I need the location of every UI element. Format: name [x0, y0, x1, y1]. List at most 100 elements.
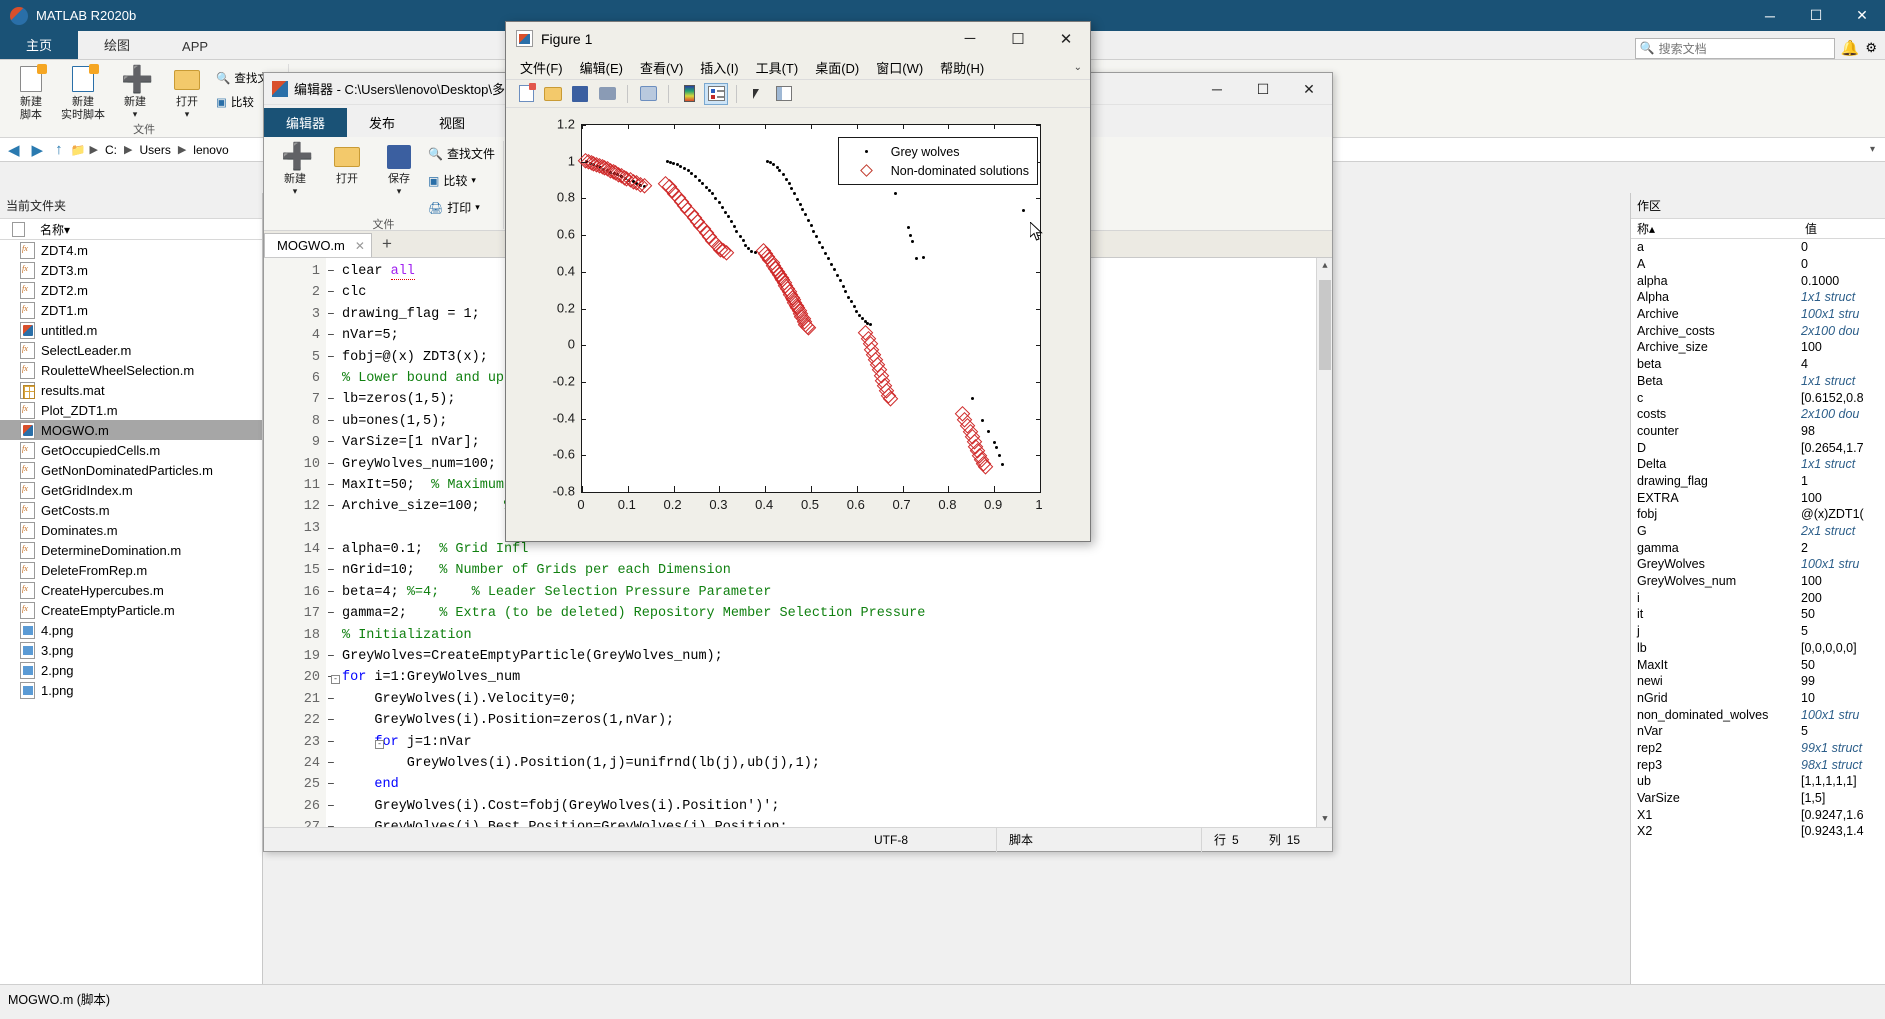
- minimize-button[interactable]: ─: [1747, 0, 1793, 31]
- maximize-button[interactable]: ☐: [1793, 0, 1839, 31]
- scroll-down-icon[interactable]: ▼: [1317, 811, 1332, 827]
- open-figure-icon[interactable]: [541, 83, 565, 105]
- workspace-row[interactable]: it 50: [1631, 606, 1885, 623]
- account-icon[interactable]: ⚙: [1865, 40, 1877, 56]
- workspace-row[interactable]: Alpha 1x1 struct: [1631, 289, 1885, 306]
- workspace-row[interactable]: rep2 99x1 struct: [1631, 740, 1885, 757]
- workspace-row[interactable]: gamma 2: [1631, 539, 1885, 556]
- file-list-item[interactable]: Plot_ZDT1.m: [0, 400, 262, 420]
- workspace-row[interactable]: Archive_costs 2x100 dou: [1631, 322, 1885, 339]
- workspace-row[interactable]: counter 98: [1631, 423, 1885, 440]
- file-list-item[interactable]: ZDT4.m: [0, 240, 262, 260]
- workspace-row[interactable]: X2 [0.9243,1.4: [1631, 823, 1885, 840]
- code-line[interactable]: alpha=0.1; % Grid Infl: [342, 542, 1332, 563]
- editor-open-button[interactable]: 打开: [324, 143, 370, 186]
- file-list-item[interactable]: SelectLeader.m: [0, 340, 262, 360]
- code-line[interactable]: GreyWolves(i).Cost=fobj(GreyWolves(i).Po…: [342, 799, 1332, 820]
- file-list-item[interactable]: 2.png: [0, 660, 262, 680]
- menu-edit[interactable]: 编辑(E): [580, 58, 623, 77]
- file-list-item[interactable]: ZDT3.m: [0, 260, 262, 280]
- workspace-row[interactable]: i 200: [1631, 589, 1885, 606]
- editor-compare-button[interactable]: ▣ 比较 ▾: [428, 172, 495, 189]
- editor-tab-editor[interactable]: 编辑器: [264, 108, 348, 137]
- editor-tab-publish[interactable]: 发布: [347, 108, 417, 137]
- menu-tools[interactable]: 工具(T): [756, 58, 799, 77]
- editor-print-button[interactable]: 🖨 打印 ▾: [428, 199, 495, 216]
- file-list-item[interactable]: results.mat: [0, 380, 262, 400]
- new-button[interactable]: ➕ 新建 ▾: [112, 66, 158, 119]
- workspace-row[interactable]: MaxIt 50: [1631, 656, 1885, 673]
- colorbar-icon[interactable]: [677, 83, 701, 105]
- chevron-down-icon[interactable]: ▾: [133, 109, 138, 119]
- menu-file[interactable]: 文件(F): [520, 58, 563, 77]
- close-button[interactable]: ✕: [1839, 0, 1885, 31]
- tab-apps[interactable]: APP: [156, 34, 234, 59]
- workspace-row[interactable]: GreyWolves_num 100: [1631, 573, 1885, 590]
- workspace-row[interactable]: ub [1,1,1,1,1]: [1631, 773, 1885, 790]
- menu-window[interactable]: 窗口(W): [876, 58, 923, 77]
- address-dropdown-icon[interactable]: ▾: [1870, 144, 1881, 155]
- workspace-row[interactable]: lb [0,0,0,0,0]: [1631, 640, 1885, 657]
- code-line[interactable]: GreyWolves(i).Position=zeros(1,nVar);: [342, 713, 1332, 734]
- menu-overflow-icon[interactable]: ⌄: [1074, 62, 1082, 73]
- code-fold-toggle-icon[interactable]: -: [375, 739, 384, 749]
- workspace-row[interactable]: j5: [1631, 623, 1885, 640]
- file-list-item[interactable]: MOGWO.m: [0, 420, 262, 440]
- file-list-item[interactable]: GetCosts.m: [0, 500, 262, 520]
- workspace-row[interactable]: EXTRA 100: [1631, 489, 1885, 506]
- add-file-tab-button[interactable]: +: [372, 231, 402, 257]
- workspace-row[interactable]: drawing_flag 1: [1631, 473, 1885, 490]
- save-figure-icon[interactable]: [568, 83, 592, 105]
- editor-save-button[interactable]: 保存 ▾: [376, 143, 422, 196]
- close-icon[interactable]: ✕: [355, 239, 365, 253]
- file-list-item[interactable]: GetGridIndex.m: [0, 480, 262, 500]
- plot-browser-icon[interactable]: [772, 83, 796, 105]
- file-tab-mogwo[interactable]: MOGWO.m ✕: [264, 233, 372, 257]
- new-figure-icon[interactable]: [514, 83, 538, 105]
- plot-legend[interactable]: Grey wolves Non-dominated solutions: [837, 137, 1038, 185]
- file-list-item[interactable]: DeleteFromRep.m: [0, 560, 262, 580]
- workspace-row[interactable]: c [0.6152,0.8: [1631, 389, 1885, 406]
- nav-back-icon[interactable]: ◀: [4, 141, 24, 159]
- file-list-item[interactable]: Dominates.m: [0, 520, 262, 540]
- workspace-row[interactable]: A0: [1631, 256, 1885, 273]
- file-list-item[interactable]: untitled.m: [0, 320, 262, 340]
- breadcrumb-1[interactable]: Users: [136, 143, 173, 157]
- nav-forward-icon[interactable]: ▶: [28, 141, 48, 159]
- code-line[interactable]: gamma=2; % Extra (to be deleted) Reposit…: [342, 606, 1332, 627]
- code-line[interactable]: end: [342, 777, 1332, 798]
- file-list-item[interactable]: GetNonDominatedParticles.m: [0, 460, 262, 480]
- workspace-row[interactable]: X1 [0.9247,1.6: [1631, 806, 1885, 823]
- open-button[interactable]: 打开 ▾: [164, 66, 210, 119]
- breadcrumb-0[interactable]: C:: [102, 143, 120, 157]
- workspace-row[interactable]: nGrid 10: [1631, 690, 1885, 707]
- code-line[interactable]: GreyWolves(i).Velocity=0;: [342, 692, 1332, 713]
- editor-tab-view[interactable]: 视图: [417, 108, 487, 137]
- menu-desktop[interactable]: 桌面(D): [815, 58, 859, 77]
- file-list-item[interactable]: RouletteWheelSelection.m: [0, 360, 262, 380]
- workspace-row[interactable]: GreyWolves 100x1 stru: [1631, 556, 1885, 573]
- notification-bell-icon[interactable]: 🔔: [1841, 39, 1860, 57]
- code-line[interactable]: % Initialization: [342, 628, 1332, 649]
- file-list-item[interactable]: DetermineDomination.m: [0, 540, 262, 560]
- new-live-script-button[interactable]: 新建 实时脚本: [60, 66, 106, 121]
- menu-help[interactable]: 帮助(H): [940, 58, 984, 77]
- nav-up-icon[interactable]: ↑: [51, 141, 67, 158]
- link-plot-icon[interactable]: [636, 83, 660, 105]
- editor-find-files-button[interactable]: 🔍 查找文件: [428, 145, 495, 162]
- chevron-down-icon-open[interactable]: ▾: [185, 109, 190, 119]
- scroll-up-icon[interactable]: ▲: [1317, 258, 1332, 274]
- workspace-row[interactable]: alpha 0.1000: [1631, 272, 1885, 289]
- workspace-row[interactable]: newi 99: [1631, 673, 1885, 690]
- workspace-row[interactable]: costs 2x100 dou: [1631, 406, 1885, 423]
- workspace-row[interactable]: Delta 1x1 struct: [1631, 456, 1885, 473]
- workspace-name-column-header[interactable]: 称▴: [1631, 220, 1801, 237]
- workspace-row[interactable]: rep3 98x1 struct: [1631, 756, 1885, 773]
- workspace-row[interactable]: Archive_size 100: [1631, 339, 1885, 356]
- workspace-row[interactable]: D [0.2654,1.7: [1631, 439, 1885, 456]
- editor-new-button[interactable]: ➕ 新建 ▾: [272, 143, 318, 196]
- code-fold-toggle-icon[interactable]: -: [331, 675, 340, 685]
- workspace-row[interactable]: VarSize [1,5]: [1631, 790, 1885, 807]
- file-list-item[interactable]: 3.png: [0, 640, 262, 660]
- editor-maximize-button[interactable]: ☐: [1240, 73, 1286, 105]
